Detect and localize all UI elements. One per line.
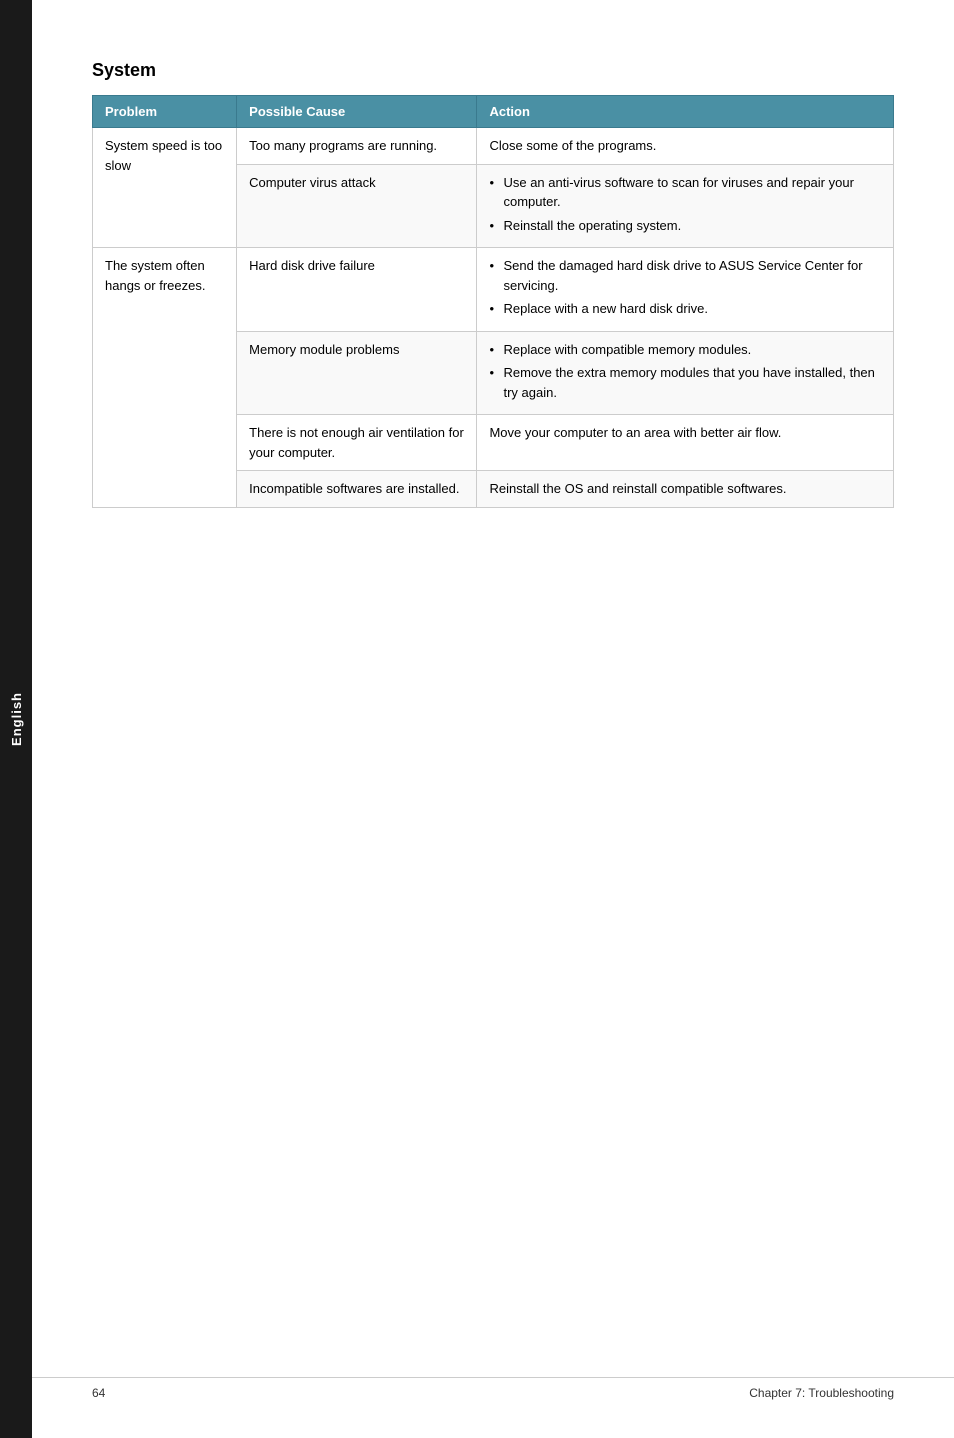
- bullet-item: Use an anti-virus software to scan for v…: [489, 173, 881, 212]
- problem-cell: The system often hangs or freezes.: [93, 248, 237, 508]
- chapter-label: Chapter 7: Troubleshooting: [749, 1386, 894, 1400]
- header-action: Action: [477, 96, 894, 128]
- bullet-item: Remove the extra memory modules that you…: [489, 363, 881, 402]
- table-header: Problem Possible Cause Action: [93, 96, 894, 128]
- header-problem: Problem: [93, 96, 237, 128]
- cause-cell: Hard disk drive failure: [237, 248, 477, 332]
- problem-cell: System speed is too slow: [93, 128, 237, 248]
- table-row: The system often hangs or freezes. Hard …: [93, 248, 894, 332]
- page-number: 64: [92, 1386, 105, 1400]
- section-title: System: [92, 60, 894, 81]
- system-table: Problem Possible Cause Action System spe…: [92, 95, 894, 508]
- cause-cell: Memory module problems: [237, 331, 477, 415]
- sidebar-label: English: [9, 692, 24, 746]
- action-bullets: Send the damaged hard disk drive to ASUS…: [489, 256, 881, 319]
- header-cause: Possible Cause: [237, 96, 477, 128]
- table-body: System speed is too slow Too many progra…: [93, 128, 894, 508]
- table-row: System speed is too slow Too many progra…: [93, 128, 894, 165]
- action-cell: Close some of the programs.: [477, 128, 894, 165]
- action-cell: Reinstall the OS and reinstall compatibl…: [477, 471, 894, 508]
- cause-cell: Incompatible softwares are installed.: [237, 471, 477, 508]
- page-footer: 64 Chapter 7: Troubleshooting: [32, 1377, 954, 1408]
- action-cell: Move your computer to an area with bette…: [477, 415, 894, 471]
- action-cell: Send the damaged hard disk drive to ASUS…: [477, 248, 894, 332]
- cause-cell: There is not enough air ventilation for …: [237, 415, 477, 471]
- sidebar: English: [0, 0, 32, 1438]
- bullet-item: Send the damaged hard disk drive to ASUS…: [489, 256, 881, 295]
- action-cell: Replace with compatible memory modules. …: [477, 331, 894, 415]
- cause-cell: Too many programs are running.: [237, 128, 477, 165]
- action-bullets: Use an anti-virus software to scan for v…: [489, 173, 881, 236]
- action-bullets: Replace with compatible memory modules. …: [489, 340, 881, 403]
- bullet-item: Reinstall the operating system.: [489, 216, 881, 236]
- bullet-item: Replace with a new hard disk drive.: [489, 299, 881, 319]
- cause-cell: Computer virus attack: [237, 164, 477, 248]
- bullet-item: Replace with compatible memory modules.: [489, 340, 881, 360]
- main-content: System Problem Possible Cause Action Sys…: [32, 0, 954, 568]
- action-cell: Use an anti-virus software to scan for v…: [477, 164, 894, 248]
